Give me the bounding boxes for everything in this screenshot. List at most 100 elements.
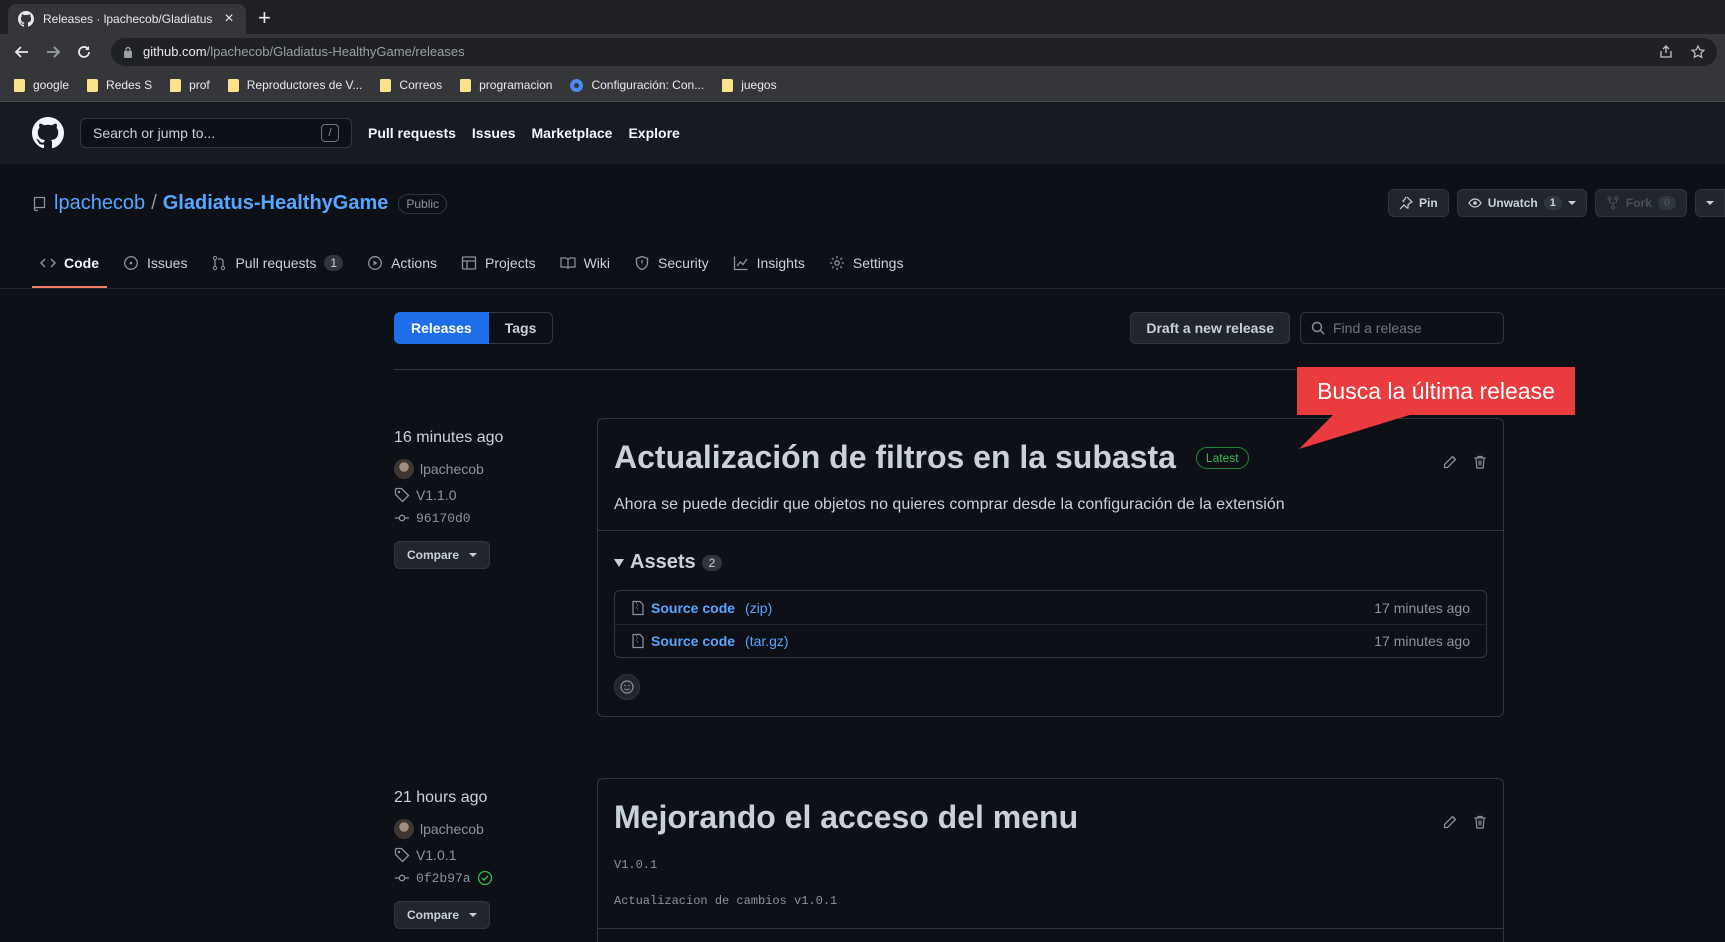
asset-row[interactable]: Source code (zip) 17 minutes ago — [615, 591, 1486, 624]
release-tag[interactable]: V1.1.0 — [394, 485, 574, 505]
folder-icon — [460, 78, 472, 92]
releases-subnav: Releases Tags Draft a new release Find a… — [394, 312, 1504, 344]
bookmark-redes[interactable]: Redes S — [87, 78, 152, 92]
chevron-down-icon — [469, 913, 478, 917]
asset-ext[interactable]: (zip) — [745, 600, 772, 616]
asset-row[interactable]: Source code (tar.gz) 17 minutes ago — [615, 624, 1486, 657]
asset-link[interactable]: Source code — [651, 600, 735, 616]
tab-pull-requests[interactable]: Pull requests 1 — [203, 255, 351, 288]
nav-marketplace[interactable]: Marketplace — [532, 125, 613, 141]
search-icon — [1311, 321, 1325, 335]
repo-owner-link[interactable]: lpachecob — [54, 192, 145, 215]
code-icon — [40, 255, 56, 271]
release-desc-line2: Actualizacion de cambios v1.0.1 — [614, 894, 838, 908]
bookmark-correos[interactable]: Correos — [380, 78, 442, 92]
fork-button[interactable]: Fork 0 — [1594, 189, 1687, 217]
tab-settings[interactable]: Settings — [821, 255, 912, 288]
chevron-down-icon — [469, 553, 478, 557]
avatar — [394, 459, 414, 479]
release-title-link[interactable]: Mejorando el acceso del menu — [614, 799, 1078, 836]
release-time: 16 minutes ago — [394, 429, 504, 446]
new-tab-icon[interactable]: + — [258, 5, 271, 31]
gear-icon — [570, 78, 584, 92]
repo-icon — [32, 196, 48, 212]
tab-projects[interactable]: Projects — [453, 255, 544, 288]
nav-pull-requests[interactable]: Pull requests — [368, 125, 456, 141]
bookmark-programacion[interactable]: programacion — [460, 78, 552, 92]
pull-request-icon — [211, 255, 227, 271]
browser-toolbar: github.com/lpachecob/Gladiatus-HealthyGa… — [0, 34, 1725, 69]
github-search-input[interactable]: Search or jump to... / — [80, 118, 352, 148]
assets-section: Assets 2 Source code (zip) 17 minutes ag… — [598, 530, 1503, 716]
github-logo-icon[interactable] — [32, 117, 64, 149]
release-description: Ahora se puede decidir que objetos no qu… — [614, 496, 1285, 513]
reload-icon[interactable] — [70, 38, 98, 66]
avatar — [394, 819, 414, 839]
bookmark-juegos[interactable]: juegos — [722, 78, 777, 92]
folder-icon — [87, 78, 99, 92]
share-icon[interactable] — [1659, 44, 1673, 59]
tab-insights[interactable]: Insights — [725, 255, 813, 288]
release-card: Mejorando el acceso del menu V1.0.1 Actu… — [597, 778, 1504, 942]
release-tag[interactable]: V1.0.1 — [394, 845, 574, 865]
releases-tab-button[interactable]: Releases — [394, 312, 489, 344]
release-body: Mejorando el acceso del menu V1.0.1 Actu… — [598, 779, 1503, 924]
close-tab-icon[interactable]: × — [222, 10, 236, 28]
tab-code[interactable]: Code — [32, 255, 107, 288]
browser-tab-title: Releases · lpachecob/Gladiatus-H — [43, 12, 213, 26]
github-header: Search or jump to... / Pull requests Iss… — [0, 102, 1725, 164]
repo-name-link[interactable]: Gladiatus-HealthyGame — [163, 192, 389, 215]
book-icon — [559, 255, 576, 271]
tags-tab-button[interactable]: Tags — [488, 312, 554, 344]
smiley-icon — [620, 680, 634, 694]
release-author[interactable]: lpachecob — [394, 459, 574, 479]
nav-issues[interactable]: Issues — [472, 125, 516, 141]
bookmark-reproductores[interactable]: Reproductores de V... — [227, 78, 362, 92]
bookmark-star-icon[interactable] — [1691, 44, 1705, 59]
forward-arrow-icon[interactable] — [39, 38, 67, 66]
release-commit[interactable]: 0f2b97a — [394, 868, 574, 888]
zip-file-icon — [631, 633, 645, 649]
pull-requests-counter: 1 — [324, 255, 344, 271]
pin-button[interactable]: Pin — [1388, 189, 1449, 217]
release-title-link[interactable]: Actualización de filtros en la subasta — [614, 439, 1176, 476]
asset-list: Source code (zip) 17 minutes ago Source … — [614, 590, 1487, 658]
release-card: Actualización de filtros en la subasta L… — [597, 418, 1504, 717]
assets-toggle[interactable]: Assets 2 — [614, 551, 1487, 574]
bookmark-prof[interactable]: prof — [170, 78, 210, 92]
tab-issues[interactable]: Issues — [115, 255, 195, 288]
tab-wiki[interactable]: Wiki — [552, 255, 618, 288]
latest-badge: Latest — [1195, 446, 1249, 469]
fork-dropdown-button[interactable] — [1695, 189, 1725, 217]
unwatch-button[interactable]: Unwatch 1 — [1456, 189, 1587, 217]
find-release-input[interactable]: Find a release — [1300, 312, 1504, 344]
commit-icon — [394, 510, 410, 526]
add-reaction-button[interactable] — [614, 674, 640, 700]
compare-button[interactable]: Compare — [394, 901, 491, 929]
pencil-icon[interactable] — [1443, 815, 1457, 829]
play-icon — [367, 255, 383, 271]
lock-icon — [123, 46, 133, 58]
bookmark-configuracion[interactable]: Configuración: Con... — [570, 78, 704, 92]
tab-actions[interactable]: Actions — [359, 255, 445, 288]
trash-icon[interactable] — [1473, 815, 1487, 829]
bookmarks-bar: google Redes S prof Reproductores de V..… — [0, 69, 1725, 102]
tab-security[interactable]: Security — [626, 255, 717, 288]
asset-link[interactable]: Source code — [651, 633, 735, 649]
compare-button[interactable]: Compare — [394, 541, 491, 569]
draft-release-button[interactable]: Draft a new release — [1130, 312, 1290, 344]
browser-tabstrip: Releases · lpachecob/Gladiatus-H × + — [0, 0, 1725, 34]
release-author[interactable]: lpachecob — [394, 819, 574, 839]
browser-tab[interactable]: Releases · lpachecob/Gladiatus-H × — [8, 4, 246, 34]
pencil-icon[interactable] — [1443, 455, 1457, 469]
chevron-down-icon — [1706, 201, 1714, 205]
release-commit[interactable]: 96170d0 — [394, 508, 574, 528]
back-arrow-icon[interactable] — [8, 38, 36, 66]
trash-icon[interactable] — [1473, 455, 1487, 469]
bookmark-google[interactable]: google — [14, 78, 69, 92]
asset-ext[interactable]: (tar.gz) — [745, 633, 789, 649]
fork-icon — [1606, 196, 1620, 210]
search-shortcut-key: / — [321, 124, 339, 142]
address-bar[interactable]: github.com/lpachecob/Gladiatus-HealthyGa… — [111, 37, 1717, 66]
nav-explore[interactable]: Explore — [628, 125, 679, 141]
